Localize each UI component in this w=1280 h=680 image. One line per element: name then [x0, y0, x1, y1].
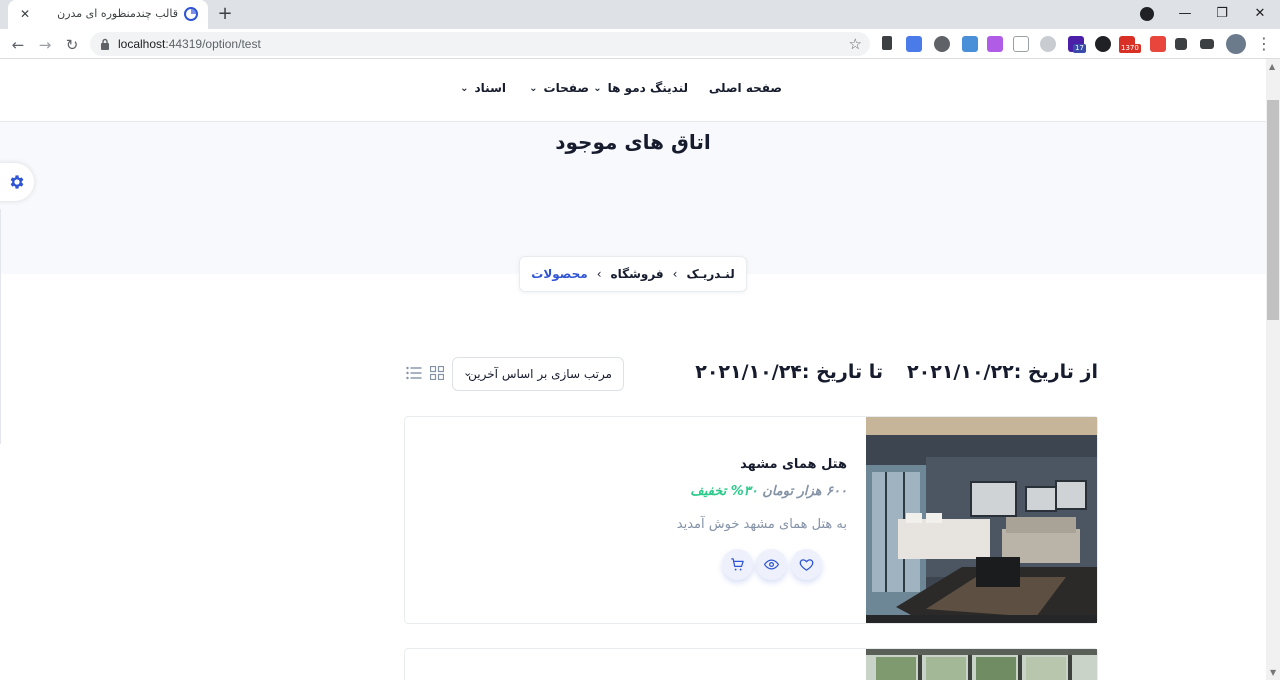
- product-image[interactable]: [866, 417, 1097, 623]
- grid-view-icon[interactable]: [430, 366, 444, 380]
- breadcrumb-separator-icon: ›: [596, 267, 602, 281]
- hotel-room-photo: [866, 417, 1097, 623]
- nav-item-home[interactable]: صفحه اصلی: [709, 81, 782, 95]
- url-path: :44319/option/test: [165, 37, 261, 51]
- nav-item-landing-demos[interactable]: لندینگ دمو ها ⌄: [593, 81, 688, 95]
- scroll-up-icon[interactable]: ▲: [1269, 62, 1275, 71]
- back-button[interactable]: ←: [7, 34, 29, 56]
- extension-badge-17: 17: [1073, 44, 1086, 53]
- breadcrumb: لنـدریـک › فروشگاه › محصولات: [519, 256, 747, 292]
- graduation-extension-icon[interactable]: 17: [1068, 36, 1086, 53]
- download-extension-icon[interactable]: [962, 36, 978, 52]
- chevron-down-icon: ⌄: [463, 366, 473, 379]
- translate-extension-icon[interactable]: [906, 36, 922, 52]
- breadcrumb-item-home[interactable]: لنـدریـک: [686, 267, 734, 281]
- nav-item-label: لندینگ دمو ها: [607, 81, 688, 95]
- nav-item-label: صفحات: [543, 81, 589, 95]
- nav-item-label: اسناد: [474, 81, 506, 95]
- gear-icon: [10, 175, 24, 189]
- page-hero: اتاق های موجود: [0, 122, 1266, 274]
- product-title[interactable]: هتل همای مشهد: [740, 457, 847, 472]
- date-range-heading: از تاریخ :۲۰۲۱/۱۰/۲۲ تا تاریخ :۲۰۲۱/۱۰/۲۴: [695, 361, 1098, 383]
- breadcrumb-separator-icon: ›: [672, 267, 678, 281]
- product-image[interactable]: [866, 649, 1097, 680]
- speed-extension-icon[interactable]: [934, 36, 950, 52]
- site-favicon-icon: [184, 7, 198, 21]
- scrollbar-thumb[interactable]: [1267, 100, 1279, 320]
- minimize-button[interactable]: —: [1175, 4, 1195, 24]
- nav-item-docs[interactable]: اسناد ⌄: [460, 81, 506, 95]
- lock-icon: [101, 38, 109, 50]
- c-extension-icon[interactable]: [1095, 36, 1111, 52]
- media-control-icon[interactable]: [1200, 39, 1214, 49]
- reload-button[interactable]: ↻: [61, 34, 83, 56]
- web-page: صفحه اصلی لندینگ دمو ها ⌄ صفحات ⌄ اسناد ⌄ ا…: [0, 59, 1266, 680]
- eyedropper-extension-icon[interactable]: [882, 36, 892, 50]
- eye-icon: [764, 559, 779, 570]
- json-extension-icon[interactable]: [1013, 36, 1029, 52]
- tab-close-button[interactable]: ✕: [16, 5, 34, 23]
- chevron-down-icon: ⌄: [529, 83, 538, 94]
- shield-extension-icon[interactable]: [1150, 36, 1166, 52]
- address-toolbar: ← → ↻ localhost:44319/option/test ☆ 17 1…: [0, 29, 1280, 59]
- cart-icon: [731, 558, 744, 571]
- sort-select-value: مرتب سازی بر اساس آخرین: [468, 367, 612, 381]
- new-tab-button[interactable]: +: [214, 3, 236, 25]
- bookmark-star-icon[interactable]: ☆: [849, 35, 862, 53]
- forward-button[interactable]: →: [34, 34, 56, 56]
- browser-menu-icon[interactable]: ⋮: [1256, 34, 1272, 54]
- color-extension-icon[interactable]: [987, 36, 1003, 52]
- tab-title: قالب چندمنظوره ای مدرن: [57, 7, 178, 20]
- quick-view-button[interactable]: [756, 549, 787, 580]
- sort-select[interactable]: مرتب سازی بر اساس آخرین ⌄: [452, 357, 624, 391]
- address-bar[interactable]: localhost:44319/option/test ☆: [90, 32, 870, 56]
- browser-tab[interactable]: قالب چندمنظوره ای مدرن ✕: [8, 0, 208, 29]
- maximize-button[interactable]: ❐: [1212, 4, 1232, 24]
- product-card: [404, 648, 1098, 680]
- date-to-label: تا تاریخ :۲۰۲۱/۱۰/۲۴: [695, 361, 884, 383]
- breadcrumb-item-products: محصولات: [531, 267, 588, 281]
- nav-item-label: صفحه اصلی: [708, 81, 782, 95]
- product-price: ۶۰۰ هزار تومان ۳۰% تخفیف: [690, 484, 847, 499]
- product-discount: ۳۰% تخفیف: [690, 484, 758, 499]
- tab-search-icon[interactable]: [1140, 7, 1154, 21]
- nav-item-pages[interactable]: صفحات ⌄: [529, 81, 589, 95]
- extension-badge-1370: 1370: [1119, 44, 1141, 53]
- close-window-button[interactable]: ✕: [1250, 4, 1270, 24]
- breadcrumb-item-shop[interactable]: فروشگاه: [611, 267, 664, 281]
- product-description: به هتل همای مشهد خوش آمدید: [676, 517, 847, 532]
- chevron-down-icon: ⌄: [460, 83, 469, 94]
- chevron-down-icon: ⌄: [593, 83, 602, 94]
- product-price-value: ۶۰۰ هزار تومان: [762, 484, 847, 499]
- divider: [0, 209, 1, 444]
- page-title: اتاق های موجود: [555, 130, 711, 154]
- url-host: localhost: [118, 37, 166, 51]
- puzzle-extension-icon[interactable]: [1175, 38, 1187, 50]
- hotel-lobby-photo: [866, 649, 1097, 680]
- wishlist-button[interactable]: [791, 549, 822, 580]
- site-navbar: صفحه اصلی لندینگ دمو ها ⌄ صفحات ⌄ اسناد ⌄: [0, 59, 1266, 122]
- list-view-icon[interactable]: [406, 366, 422, 380]
- mail-extension-icon[interactable]: 1370: [1119, 36, 1141, 53]
- product-card: هتل همای مشهد ۶۰۰ هزار تومان ۳۰% تخفیف ب…: [404, 416, 1098, 624]
- date-from-label: از تاریخ :۲۰۲۱/۱۰/۲۲: [907, 361, 1098, 383]
- browser-tab-strip: قالب چندمنظوره ای مدرن ✕ + — ❐ ✕: [0, 0, 1280, 29]
- heart-icon: [799, 559, 814, 571]
- url-text: localhost:44319/option/test: [118, 37, 261, 51]
- cloud-extension-icon[interactable]: [1040, 36, 1056, 52]
- add-to-cart-button[interactable]: [722, 549, 753, 580]
- profile-avatar[interactable]: [1226, 34, 1246, 54]
- scroll-down-icon[interactable]: ▼: [1270, 668, 1276, 677]
